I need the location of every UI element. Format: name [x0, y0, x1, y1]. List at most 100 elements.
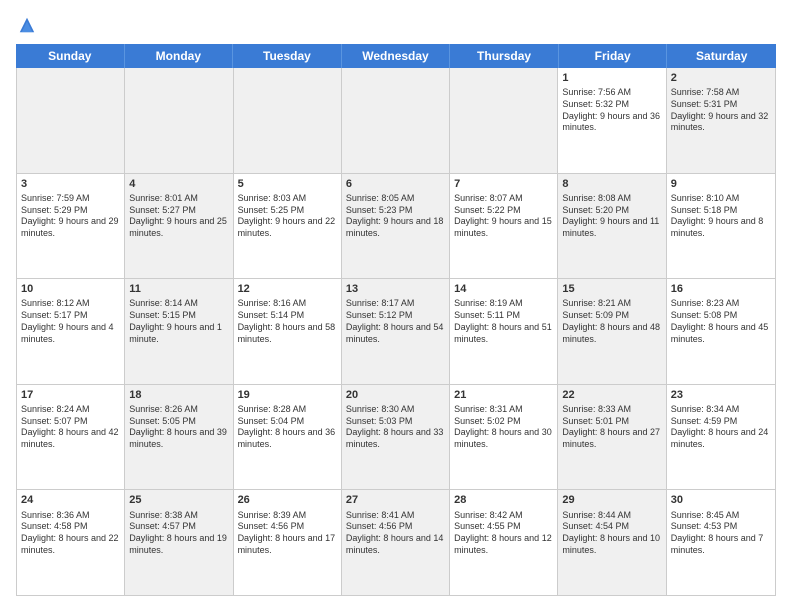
- day-info-line: Sunrise: 8:05 AM: [346, 193, 445, 205]
- day-info-line: Sunset: 5:09 PM: [562, 310, 661, 322]
- day-cell-13: 13Sunrise: 8:17 AMSunset: 5:12 PMDayligh…: [342, 279, 450, 384]
- day-info-line: Sunrise: 8:33 AM: [562, 404, 661, 416]
- day-cell-16: 16Sunrise: 8:23 AMSunset: 5:08 PMDayligh…: [667, 279, 775, 384]
- day-info-line: Sunset: 5:12 PM: [346, 310, 445, 322]
- calendar-row-1: 3Sunrise: 7:59 AMSunset: 5:29 PMDaylight…: [17, 174, 775, 280]
- day-info-line: Daylight: 8 hours and 33 minutes.: [346, 427, 445, 450]
- day-info-line: Sunset: 5:20 PM: [562, 205, 661, 217]
- day-info-line: Sunset: 5:15 PM: [129, 310, 228, 322]
- day-info-line: Sunset: 5:11 PM: [454, 310, 553, 322]
- day-number: 12: [238, 282, 337, 296]
- calendar-header: SundayMondayTuesdayWednesdayThursdayFrid…: [16, 44, 776, 68]
- day-info-line: Sunset: 5:14 PM: [238, 310, 337, 322]
- day-cell-6: 6Sunrise: 8:05 AMSunset: 5:23 PMDaylight…: [342, 174, 450, 279]
- day-info-line: Daylight: 8 hours and 54 minutes.: [346, 322, 445, 345]
- day-info-line: Sunrise: 8:24 AM: [21, 404, 120, 416]
- day-number: 4: [129, 177, 228, 191]
- calendar-body: 1 Sunrise: 7:56 AMSunset: 5:32 PM Daylight…: [16, 68, 776, 596]
- day-info-line: Sunrise: 8:07 AM: [454, 193, 553, 205]
- day-info-line: Sunrise: 8:14 AM: [129, 298, 228, 310]
- header-day-thursday: Thursday: [450, 44, 559, 68]
- day-cell-30: 30Sunrise: 8:45 AMSunset: 4:53 PMDayligh…: [667, 490, 775, 595]
- day-info-line: Daylight: 9 hours and 4 minutes.: [21, 322, 120, 345]
- day-number: 23: [671, 388, 771, 402]
- day-cell-29: 29Sunrise: 8:44 AMSunset: 4:54 PMDayligh…: [558, 490, 666, 595]
- day-number: 29: [562, 493, 661, 507]
- day-info-line: Sunrise: 8:12 AM: [21, 298, 120, 310]
- calendar-row-4: 24Sunrise: 8:36 AMSunset: 4:58 PMDayligh…: [17, 490, 775, 595]
- day-info-line: Daylight: 9 hours and 25 minutes.: [129, 216, 228, 239]
- day-number: 25: [129, 493, 228, 507]
- day-info-line: Daylight: 9 hours and 18 minutes.: [346, 216, 445, 239]
- day-info-line: Sunrise: 8:19 AM: [454, 298, 553, 310]
- day-info-line: Sunset: 4:56 PM: [238, 521, 337, 533]
- day-info-line: Sunset: 5:01 PM: [562, 416, 661, 428]
- day-cell-21: 21Sunrise: 8:31 AMSunset: 5:02 PMDayligh…: [450, 385, 558, 490]
- day-info-line: Sunset: 5:04 PM: [238, 416, 337, 428]
- day-info-line: Sunrise: 8:34 AM: [671, 404, 771, 416]
- day-info-line: Sunset: 5:03 PM: [346, 416, 445, 428]
- day-info-line: Daylight: 9 hours and 1 minute.: [129, 322, 228, 345]
- header-day-sunday: Sunday: [16, 44, 125, 68]
- day-info-line: Daylight: 8 hours and 58 minutes.: [238, 322, 337, 345]
- day-number: 24: [21, 493, 120, 507]
- day-number: 22: [562, 388, 661, 402]
- day-cell-4: 4Sunrise: 8:01 AMSunset: 5:27 PMDaylight…: [125, 174, 233, 279]
- day-number: 1: [562, 71, 661, 85]
- day-info-line: Sunset: 4:57 PM: [129, 521, 228, 533]
- day-info-line: Daylight: 8 hours and 48 minutes.: [562, 322, 661, 345]
- day-number: 3: [21, 177, 120, 191]
- day-cell-22: 22Sunrise: 8:33 AMSunset: 5:01 PMDayligh…: [558, 385, 666, 490]
- calendar-row-0: 1Sunrise: 7:56 AMSunset: 5:32 PMDaylight…: [17, 68, 775, 174]
- day-number: 26: [238, 493, 337, 507]
- day-number: 28: [454, 493, 553, 507]
- day-info-line: Sunset: 5:27 PM: [129, 205, 228, 217]
- day-info-line: Sunset: 5:32 PM: [562, 99, 661, 111]
- header-day-saturday: Saturday: [667, 44, 776, 68]
- day-cell-10: 10Sunrise: 8:12 AMSunset: 5:17 PMDayligh…: [17, 279, 125, 384]
- header-day-friday: Friday: [559, 44, 668, 68]
- day-info-line: Sunset: 5:31 PM: [671, 99, 771, 111]
- day-cell-27: 27Sunrise: 8:41 AMSunset: 4:56 PMDayligh…: [342, 490, 450, 595]
- calendar: SundayMondayTuesdayWednesdayThursdayFrid…: [16, 44, 776, 596]
- day-info-line: Daylight: 9 hours and 8 minutes.: [671, 216, 771, 239]
- day-info-line: Sunrise: 8:26 AM: [129, 404, 228, 416]
- page: SundayMondayTuesdayWednesdayThursdayFrid…: [0, 0, 792, 612]
- empty-cell: [342, 68, 450, 173]
- empty-cell: [17, 68, 125, 173]
- day-info-line: Sunset: 5:08 PM: [671, 310, 771, 322]
- day-cell-18: 18Sunrise: 8:26 AMSunset: 5:05 PMDayligh…: [125, 385, 233, 490]
- day-info-line: Sunrise: 8:45 AM: [671, 510, 771, 522]
- day-info-line: Sunrise: 7:56 AM: [562, 87, 661, 99]
- day-cell-24: 24Sunrise: 8:36 AMSunset: 4:58 PMDayligh…: [17, 490, 125, 595]
- day-info-line: Daylight: 8 hours and 10 minutes.: [562, 533, 661, 556]
- day-info-line: Sunrise: 8:44 AM: [562, 510, 661, 522]
- day-info-line: Sunset: 4:59 PM: [671, 416, 771, 428]
- day-number: 20: [346, 388, 445, 402]
- day-number: 6: [346, 177, 445, 191]
- logo: [16, 16, 36, 34]
- day-cell-3: 3Sunrise: 7:59 AMSunset: 5:29 PMDaylight…: [17, 174, 125, 279]
- day-cell-7: 7Sunrise: 8:07 AMSunset: 5:22 PMDaylight…: [450, 174, 558, 279]
- day-info-line: Sunset: 5:07 PM: [21, 416, 120, 428]
- day-number: 16: [671, 282, 771, 296]
- day-info-line: Sunrise: 8:30 AM: [346, 404, 445, 416]
- day-info-line: Daylight: 8 hours and 42 minutes.: [21, 427, 120, 450]
- day-number: 21: [454, 388, 553, 402]
- day-info-line: Daylight: 8 hours and 17 minutes.: [238, 533, 337, 556]
- day-info-line: Sunset: 5:25 PM: [238, 205, 337, 217]
- day-info-line: Daylight: 9 hours and 29 minutes.: [21, 216, 120, 239]
- day-info-line: Sunset: 5:02 PM: [454, 416, 553, 428]
- day-number: 11: [129, 282, 228, 296]
- day-info-line: Sunrise: 8:38 AM: [129, 510, 228, 522]
- day-info-line: Daylight: 9 hours and 11 minutes.: [562, 216, 661, 239]
- day-info-line: Daylight: 9 hours and 15 minutes.: [454, 216, 553, 239]
- day-info-line: Sunrise: 8:17 AM: [346, 298, 445, 310]
- day-number: 17: [21, 388, 120, 402]
- header-day-tuesday: Tuesday: [233, 44, 342, 68]
- day-info-line: Daylight: 8 hours and 51 minutes.: [454, 322, 553, 345]
- day-info-line: Sunrise: 8:16 AM: [238, 298, 337, 310]
- day-info-line: Sunrise: 8:41 AM: [346, 510, 445, 522]
- day-info-line: Sunset: 4:58 PM: [21, 521, 120, 533]
- day-number: 30: [671, 493, 771, 507]
